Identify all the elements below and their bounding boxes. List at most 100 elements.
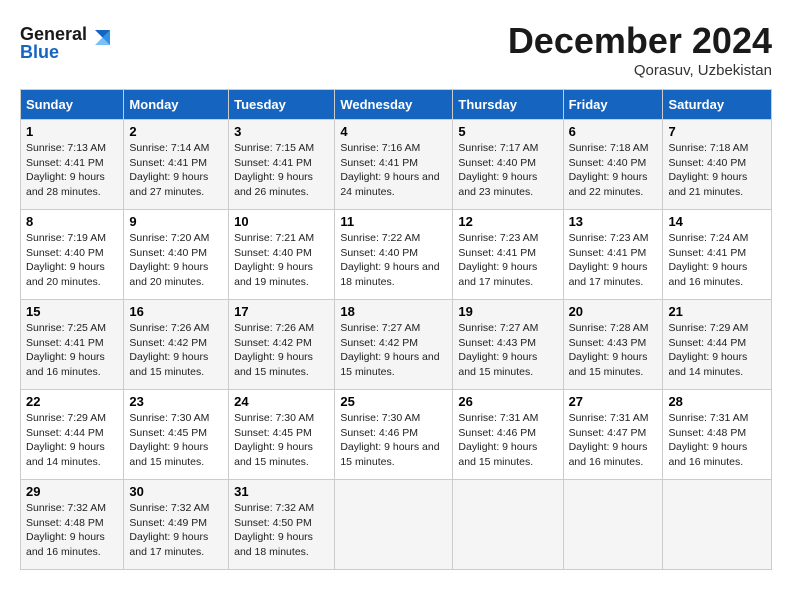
logo: General Blue xyxy=(20,20,110,65)
month-title: December 2024 xyxy=(508,20,772,62)
day-number: 16 xyxy=(129,304,223,319)
day-info: Sunrise: 7:20 AMSunset: 4:40 PMDaylight:… xyxy=(129,232,209,288)
day-number: 3 xyxy=(234,124,329,139)
day-info: Sunrise: 7:28 AMSunset: 4:43 PMDaylight:… xyxy=(569,322,649,378)
day-info: Sunrise: 7:18 AMSunset: 4:40 PMDaylight:… xyxy=(569,142,649,198)
calendar-cell: 27 Sunrise: 7:31 AMSunset: 4:47 PMDayligh… xyxy=(563,390,663,480)
col-header-wednesday: Wednesday xyxy=(335,90,453,120)
calendar-cell: 30Sunrise: 7:32 AMSunset: 4:49 PMDayligh… xyxy=(124,480,229,570)
calendar-cell: 20 Sunrise: 7:28 AMSunset: 4:43 PMDayligh… xyxy=(563,300,663,390)
col-header-saturday: Saturday xyxy=(663,90,772,120)
day-number: 6 xyxy=(569,124,658,139)
day-number: 8 xyxy=(26,214,118,229)
day-number: 27 xyxy=(569,394,658,409)
day-number: 10 xyxy=(234,214,329,229)
calendar-cell: 4Sunrise: 7:16 AMSunset: 4:41 PMDaylight… xyxy=(335,120,453,210)
calendar-cell: 10 Sunrise: 7:21 AMSunset: 4:40 PMDayligh… xyxy=(229,210,335,300)
day-info: Sunrise: 7:19 AMSunset: 4:40 PMDaylight:… xyxy=(26,232,106,288)
day-number: 21 xyxy=(668,304,766,319)
calendar-cell: 21 Sunrise: 7:29 AMSunset: 4:44 PMDayligh… xyxy=(663,300,772,390)
day-info: Sunrise: 7:27 AMSunset: 4:43 PMDaylight:… xyxy=(458,322,538,378)
calendar-cell: 17 Sunrise: 7:26 AMSunset: 4:42 PMDayligh… xyxy=(229,300,335,390)
calendar-cell: 28 Sunrise: 7:31 AMSunset: 4:48 PMDayligh… xyxy=(663,390,772,480)
day-info: Sunrise: 7:30 AMSunset: 4:45 PMDaylight:… xyxy=(234,412,314,468)
calendar-cell: 1 Sunrise: 7:13 AMSunset: 4:41 PMDaylight… xyxy=(21,120,124,210)
day-info: Sunrise: 7:26 AMSunset: 4:42 PMDaylight:… xyxy=(129,322,209,378)
day-info: Sunrise: 7:21 AMSunset: 4:40 PMDaylight:… xyxy=(234,232,314,288)
calendar-cell: 24 Sunrise: 7:30 AMSunset: 4:45 PMDayligh… xyxy=(229,390,335,480)
day-info: Sunrise: 7:29 AMSunset: 4:44 PMDaylight:… xyxy=(26,412,106,468)
calendar-cell: 29Sunrise: 7:32 AMSunset: 4:48 PMDayligh… xyxy=(21,480,124,570)
calendar-cell: 8 Sunrise: 7:19 AMSunset: 4:40 PMDaylight… xyxy=(21,210,124,300)
calendar-cell: 5 Sunrise: 7:17 AMSunset: 4:40 PMDaylight… xyxy=(453,120,563,210)
day-info: Sunrise: 7:30 AMSunset: 4:45 PMDaylight:… xyxy=(129,412,209,468)
calendar-cell: 23 Sunrise: 7:30 AMSunset: 4:45 PMDayligh… xyxy=(124,390,229,480)
day-number: 22 xyxy=(26,394,118,409)
calendar-cell: 19 Sunrise: 7:27 AMSunset: 4:43 PMDayligh… xyxy=(453,300,563,390)
calendar-cell xyxy=(453,480,563,570)
day-number: 4 xyxy=(340,124,447,139)
day-info: Sunrise: 7:32 AMSunset: 4:48 PMDaylight:… xyxy=(26,502,106,558)
day-number: 12 xyxy=(458,214,557,229)
day-number: 20 xyxy=(569,304,658,319)
col-header-sunday: Sunday xyxy=(21,90,124,120)
day-number: 9 xyxy=(129,214,223,229)
day-info: Sunrise: 7:27 AMSunset: 4:42 PMDaylight:… xyxy=(340,322,439,378)
day-info: Sunrise: 7:32 AMSunset: 4:50 PMDaylight:… xyxy=(234,502,314,558)
day-info: Sunrise: 7:31 AMSunset: 4:47 PMDaylight:… xyxy=(569,412,649,468)
day-number: 2 xyxy=(129,124,223,139)
svg-text:General: General xyxy=(20,24,87,44)
calendar-cell: 13Sunrise: 7:23 AMSunset: 4:41 PMDayligh… xyxy=(563,210,663,300)
day-info: Sunrise: 7:31 AMSunset: 4:46 PMDaylight:… xyxy=(458,412,538,468)
day-info: Sunrise: 7:31 AMSunset: 4:48 PMDaylight:… xyxy=(668,412,748,468)
col-header-tuesday: Tuesday xyxy=(229,90,335,120)
day-number: 25 xyxy=(340,394,447,409)
day-number: 14 xyxy=(668,214,766,229)
page-header: General Blue December 2024 Qorasuv, Uzbe… xyxy=(20,20,772,79)
day-number: 31 xyxy=(234,484,329,499)
calendar-week-row: 8 Sunrise: 7:19 AMSunset: 4:40 PMDaylight… xyxy=(21,210,772,300)
day-number: 11 xyxy=(340,214,447,229)
calendar-cell xyxy=(335,480,453,570)
day-info: Sunrise: 7:29 AMSunset: 4:44 PMDaylight:… xyxy=(668,322,748,378)
day-number: 26 xyxy=(458,394,557,409)
calendar-cell: 25Sunrise: 7:30 AMSunset: 4:46 PMDayligh… xyxy=(335,390,453,480)
day-number: 30 xyxy=(129,484,223,499)
calendar-cell: 16 Sunrise: 7:26 AMSunset: 4:42 PMDayligh… xyxy=(124,300,229,390)
calendar-table: SundayMondayTuesdayWednesdayThursdayFrid… xyxy=(20,89,772,570)
calendar-week-row: 29Sunrise: 7:32 AMSunset: 4:48 PMDayligh… xyxy=(21,480,772,570)
day-info: Sunrise: 7:26 AMSunset: 4:42 PMDaylight:… xyxy=(234,322,314,378)
day-number: 19 xyxy=(458,304,557,319)
calendar-header-row: SundayMondayTuesdayWednesdayThursdayFrid… xyxy=(21,90,772,120)
calendar-cell: 26 Sunrise: 7:31 AMSunset: 4:46 PMDayligh… xyxy=(453,390,563,480)
svg-text:Blue: Blue xyxy=(20,42,59,62)
calendar-body: 1 Sunrise: 7:13 AMSunset: 4:41 PMDaylight… xyxy=(21,120,772,570)
day-number: 24 xyxy=(234,394,329,409)
calendar-cell: 7 Sunrise: 7:18 AMSunset: 4:40 PMDaylight… xyxy=(663,120,772,210)
day-number: 18 xyxy=(340,304,447,319)
calendar-cell: 9 Sunrise: 7:20 AMSunset: 4:40 PMDaylight… xyxy=(124,210,229,300)
calendar-week-row: 15Sunrise: 7:25 AMSunset: 4:41 PMDayligh… xyxy=(21,300,772,390)
calendar-cell: 6 Sunrise: 7:18 AMSunset: 4:40 PMDaylight… xyxy=(563,120,663,210)
day-info: Sunrise: 7:13 AMSunset: 4:41 PMDaylight:… xyxy=(26,142,106,198)
calendar-cell: 3Sunrise: 7:15 AMSunset: 4:41 PMDaylight… xyxy=(229,120,335,210)
day-number: 13 xyxy=(569,214,658,229)
col-header-monday: Monday xyxy=(124,90,229,120)
day-number: 23 xyxy=(129,394,223,409)
day-number: 1 xyxy=(26,124,118,139)
day-info: Sunrise: 7:14 AMSunset: 4:41 PMDaylight:… xyxy=(129,142,209,198)
day-info: Sunrise: 7:17 AMSunset: 4:40 PMDaylight:… xyxy=(458,142,538,198)
day-number: 28 xyxy=(668,394,766,409)
calendar-cell: 12Sunrise: 7:23 AMSunset: 4:41 PMDayligh… xyxy=(453,210,563,300)
calendar-cell: 15Sunrise: 7:25 AMSunset: 4:41 PMDayligh… xyxy=(21,300,124,390)
calendar-cell: 14Sunrise: 7:24 AMSunset: 4:41 PMDayligh… xyxy=(663,210,772,300)
day-info: Sunrise: 7:22 AMSunset: 4:40 PMDaylight:… xyxy=(340,232,439,288)
calendar-cell xyxy=(563,480,663,570)
day-number: 5 xyxy=(458,124,557,139)
day-info: Sunrise: 7:18 AMSunset: 4:40 PMDaylight:… xyxy=(668,142,748,198)
calendar-cell: 18 Sunrise: 7:27 AMSunset: 4:42 PMDayligh… xyxy=(335,300,453,390)
day-number: 17 xyxy=(234,304,329,319)
calendar-cell: 31 Sunrise: 7:32 AMSunset: 4:50 PMDayligh… xyxy=(229,480,335,570)
day-info: Sunrise: 7:25 AMSunset: 4:41 PMDaylight:… xyxy=(26,322,106,378)
day-number: 7 xyxy=(668,124,766,139)
